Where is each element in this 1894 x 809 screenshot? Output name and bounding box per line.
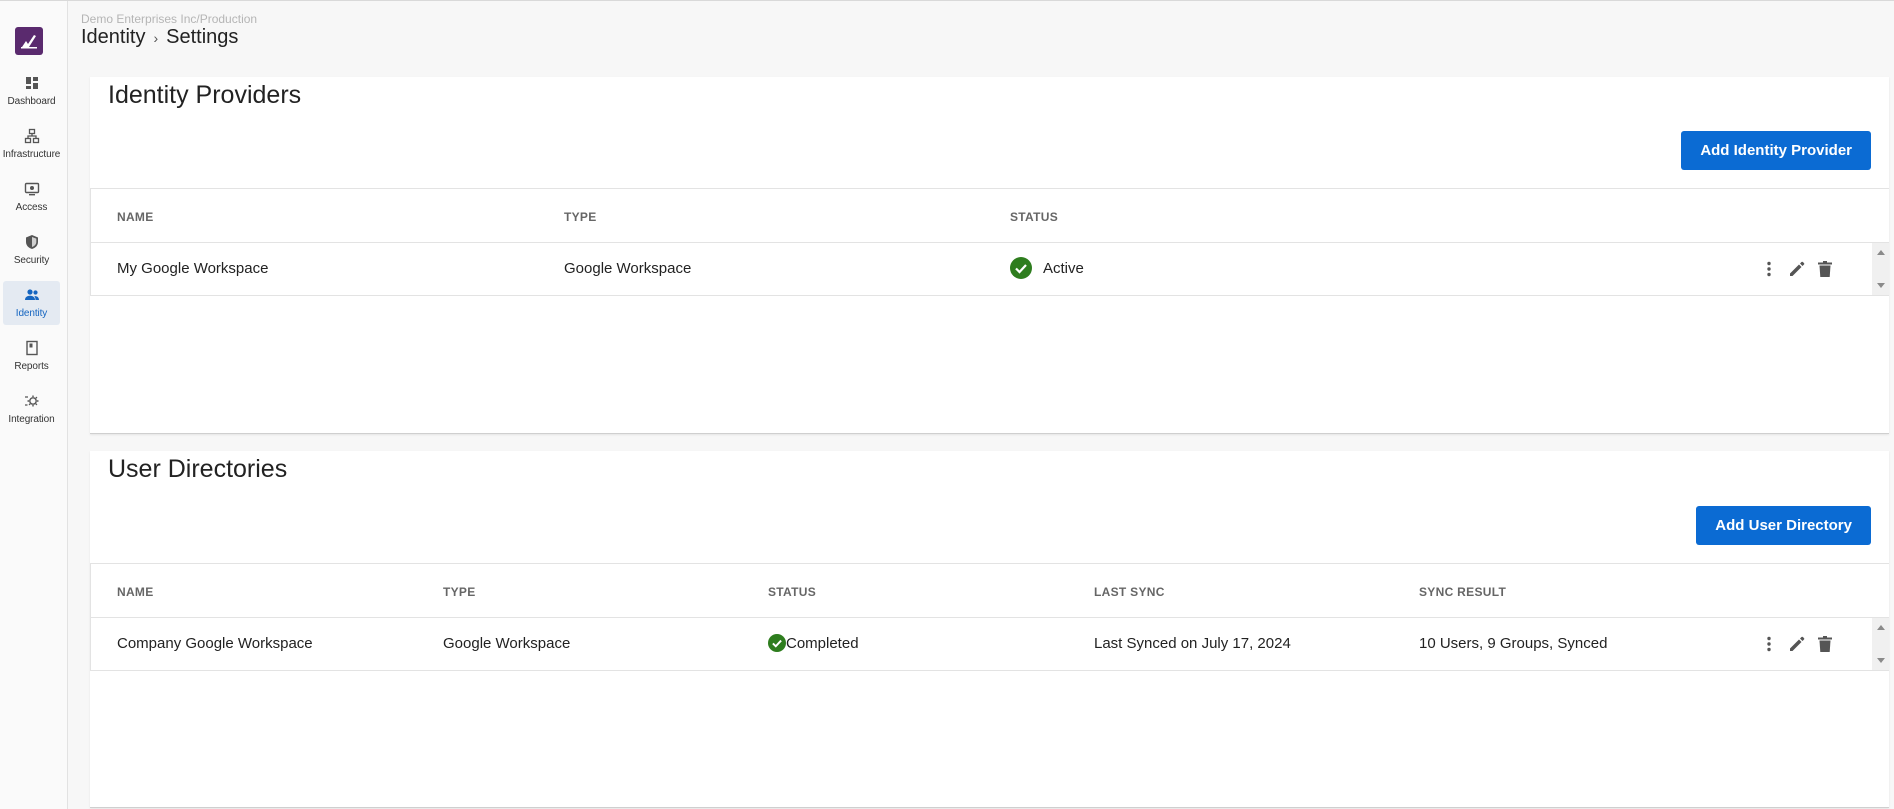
row-scrollbar[interactable]	[1872, 618, 1889, 670]
edit-icon[interactable]	[1787, 259, 1807, 279]
edit-icon[interactable]	[1787, 634, 1807, 654]
row-name: My Google Workspace	[117, 260, 269, 277]
sidebar-item-label: Reports	[14, 361, 49, 372]
more-vertical-icon[interactable]	[1759, 634, 1779, 654]
user-directories-card: User Directories Add User Directory NAME…	[90, 451, 1889, 808]
table-row[interactable]: Company Google Workspace Google Workspac…	[91, 618, 1889, 671]
sitemap-icon	[24, 128, 39, 144]
table-row[interactable]: My Google Workspace Google Workspace Act…	[91, 243, 1889, 296]
row-name: Company Google Workspace	[117, 635, 313, 652]
app-window: Dashboard Infrastructure Access Security…	[0, 0, 1894, 809]
scroll-up-icon[interactable]	[1877, 625, 1885, 630]
sidebar-item-label: Integration	[8, 414, 55, 425]
delete-icon[interactable]	[1815, 634, 1835, 654]
identity-providers-title: Identity Providers	[108, 81, 302, 109]
report-icon	[25, 340, 38, 356]
sidebar-item-integration[interactable]: Integration	[3, 387, 60, 431]
sidebar-item-security[interactable]: Security	[3, 228, 60, 272]
scroll-down-icon[interactable]	[1877, 283, 1885, 288]
sidebar-item-infrastructure[interactable]: Infrastructure	[3, 122, 60, 166]
row-type: Google Workspace	[564, 260, 692, 277]
sidebar: Dashboard Infrastructure Access Security…	[0, 1, 68, 809]
gear-link-icon	[24, 395, 38, 407]
sidebar-item-label: Dashboard	[7, 96, 56, 107]
row-actions	[1759, 634, 1835, 654]
identity-providers-card: Identity Providers Add Identity Provider…	[90, 77, 1889, 434]
monitor-icon	[24, 182, 39, 196]
column-header-last-sync[interactable]: LAST SYNC	[1094, 585, 1165, 599]
delete-icon[interactable]	[1815, 259, 1835, 279]
sidebar-item-label: Identity	[15, 308, 48, 319]
sidebar-item-label: Access	[15, 202, 48, 213]
user-directories-title: User Directories	[108, 455, 288, 483]
column-header-name[interactable]: NAME	[117, 585, 154, 599]
column-header-type[interactable]: TYPE	[443, 585, 476, 599]
row-last-sync: Last Synced on July 17, 2024	[1094, 635, 1291, 652]
users-icon	[24, 289, 39, 300]
dashboard-icon	[25, 77, 38, 89]
user-directories-table: NAME TYPE STATUS LAST SYNC SYNC RESULT C…	[90, 563, 1889, 671]
breadcrumb-separator: ›	[153, 29, 159, 46]
add-user-directory-button[interactable]: Add User Directory	[1696, 506, 1871, 545]
brand-logo[interactable]	[15, 27, 43, 55]
breadcrumb-identity[interactable]: Identity	[81, 26, 145, 49]
sidebar-item-access[interactable]: Access	[3, 175, 60, 219]
add-identity-provider-button[interactable]: Add Identity Provider	[1681, 131, 1871, 170]
column-header-type[interactable]: TYPE	[564, 210, 597, 224]
breadcrumb-settings: Settings	[166, 26, 239, 48]
org-path: Demo Enterprises Inc/Production	[81, 12, 258, 26]
status-text: Active	[1043, 259, 1084, 277]
column-header-sync-result[interactable]: SYNC RESULT	[1419, 585, 1506, 599]
column-header-status[interactable]: STATUS	[1010, 210, 1058, 224]
shield-icon	[25, 235, 38, 249]
sidebar-item-label: Infrastructure	[2, 149, 61, 160]
sidebar-item-label: Security	[13, 255, 50, 266]
sidebar-item-identity[interactable]: Identity	[3, 281, 60, 325]
check-circle-icon	[1010, 257, 1032, 279]
breadcrumb: Identity › Settings	[81, 26, 238, 49]
row-status: Active	[1010, 257, 1084, 279]
identity-providers-table: NAME TYPE STATUS My Google Workspace Goo…	[90, 188, 1889, 296]
scroll-down-icon[interactable]	[1877, 658, 1885, 663]
check-circle-icon	[768, 634, 786, 652]
row-type: Google Workspace	[443, 635, 571, 652]
column-header-status[interactable]: STATUS	[768, 585, 816, 599]
row-scrollbar[interactable]	[1872, 243, 1889, 295]
row-actions	[1759, 259, 1835, 279]
table-header: NAME TYPE STATUS	[91, 189, 1889, 243]
sidebar-item-dashboard[interactable]: Dashboard	[3, 69, 60, 113]
status-text: Completed	[786, 634, 859, 652]
column-header-name[interactable]: NAME	[117, 210, 154, 224]
table-header: NAME TYPE STATUS LAST SYNC SYNC RESULT	[91, 564, 1889, 618]
scroll-up-icon[interactable]	[1877, 250, 1885, 255]
row-sync-result: 10 Users, 9 Groups, Synced	[1419, 635, 1608, 652]
more-vertical-icon[interactable]	[1759, 259, 1779, 279]
sidebar-item-reports[interactable]: Reports	[3, 334, 60, 378]
row-status: Completed	[768, 634, 859, 652]
